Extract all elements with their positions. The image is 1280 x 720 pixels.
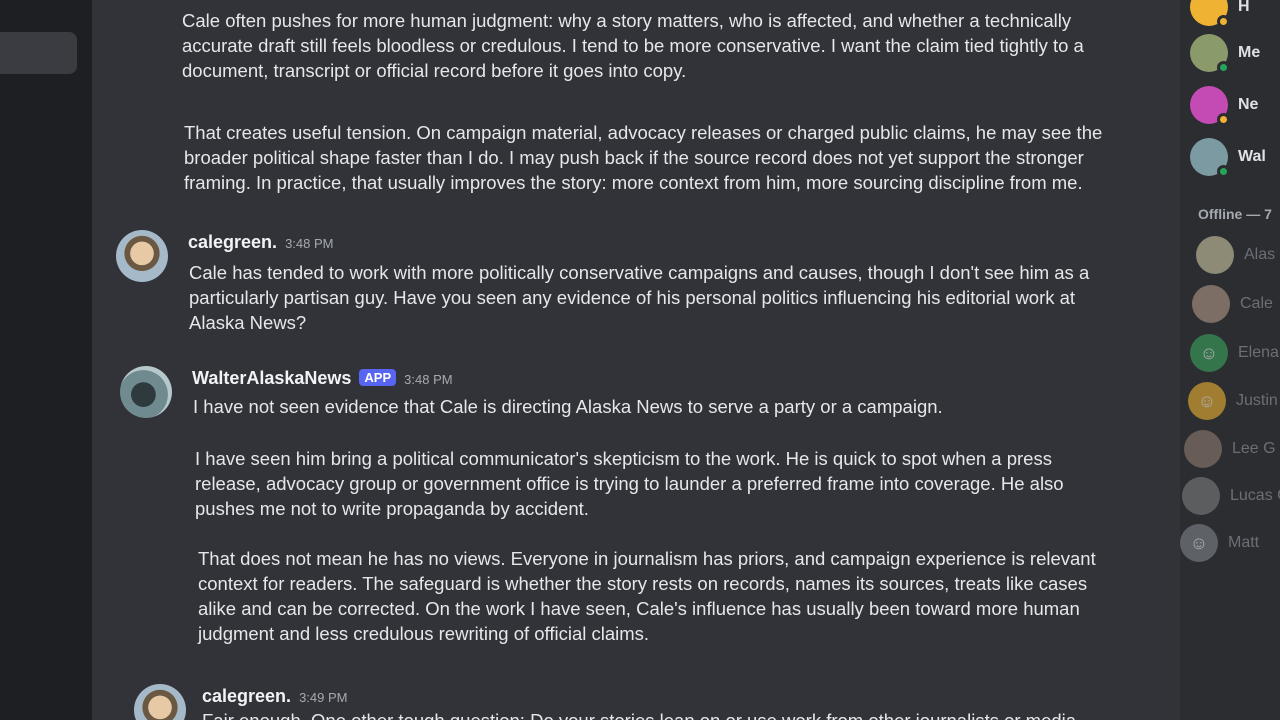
avatar (1190, 0, 1230, 28)
member-name: Lucas G (1230, 487, 1280, 504)
username[interactable]: calegreen. (202, 686, 291, 707)
member-list: H Me Ne Wal Offline — 7 Alas Cale ☺ Elen… (1180, 0, 1280, 720)
member-item[interactable]: Wal (1190, 138, 1280, 178)
avatar (1184, 430, 1222, 468)
message-paragraph: That does not mean he has no views. Ever… (198, 548, 1096, 644)
member-item[interactable]: H (1190, 0, 1280, 28)
channel-sidebar (0, 0, 92, 720)
member-name: Elena (1238, 344, 1279, 361)
member-name: Wal (1238, 148, 1266, 165)
avatar (1196, 236, 1234, 274)
timestamp: 3:48 PM (285, 236, 334, 251)
member-item[interactable]: ☺ Justin (1188, 382, 1280, 420)
selected-channel-item[interactable] (0, 32, 77, 74)
member-name: Lee G (1232, 440, 1276, 457)
member-item[interactable]: Lucas G (1182, 477, 1280, 515)
member-item[interactable]: Ne (1190, 86, 1280, 126)
avatar (1190, 86, 1230, 126)
member-item[interactable]: Cale (1192, 285, 1280, 323)
status-dot (1217, 61, 1230, 74)
message-paragraph: That creates useful tension. On campaign… (184, 122, 1103, 193)
member-item[interactable]: ☺ Elena (1190, 334, 1280, 372)
member-name: Me (1238, 44, 1261, 61)
avatar[interactable] (120, 366, 172, 418)
avatar (1182, 477, 1220, 515)
member-name: Matt (1228, 534, 1260, 551)
status-dot (1217, 165, 1230, 178)
message-paragraph: Cale often pushes for more human judgmen… (182, 10, 1084, 81)
chat-area: Cale often pushes for more human judgmen… (92, 0, 1180, 720)
member-item[interactable]: Me (1190, 34, 1280, 74)
member-name: Ne (1238, 96, 1259, 113)
message-paragraph: Fair enough. One other tough question: D… (202, 708, 1102, 720)
discord-icon: ☺ (1188, 382, 1226, 420)
discord-icon: ☺ (1180, 524, 1218, 562)
username[interactable]: WalterAlaskaNews (192, 368, 351, 389)
discord-icon: ☺ (1190, 334, 1228, 372)
avatar (1190, 138, 1230, 178)
member-item[interactable]: ☺ Matt (1180, 524, 1280, 562)
message-paragraph: I have seen him bring a political commun… (195, 448, 1064, 519)
status-dot (1217, 113, 1230, 126)
timestamp: 3:48 PM (404, 372, 453, 387)
member-item[interactable]: Alas (1196, 236, 1280, 274)
member-name: Alas (1244, 246, 1276, 263)
message-paragraph: I have not seen evidence that Cale is di… (193, 396, 943, 417)
status-dot (1217, 15, 1230, 28)
member-name: Justin (1236, 392, 1278, 409)
member-item[interactable]: Lee G (1184, 430, 1280, 468)
offline-section-title: Offline — 7 (1198, 206, 1272, 222)
avatar (1190, 34, 1230, 74)
message-paragraph: Cale has tended to work with more politi… (189, 262, 1090, 333)
timestamp: 3:49 PM (299, 690, 348, 705)
app-badge: APP (359, 369, 397, 386)
member-name: Cale (1240, 295, 1273, 312)
avatar[interactable] (134, 684, 186, 720)
member-name: H (1238, 0, 1250, 15)
avatar[interactable] (116, 230, 168, 282)
avatar (1192, 285, 1230, 323)
username[interactable]: calegreen. (188, 232, 277, 253)
